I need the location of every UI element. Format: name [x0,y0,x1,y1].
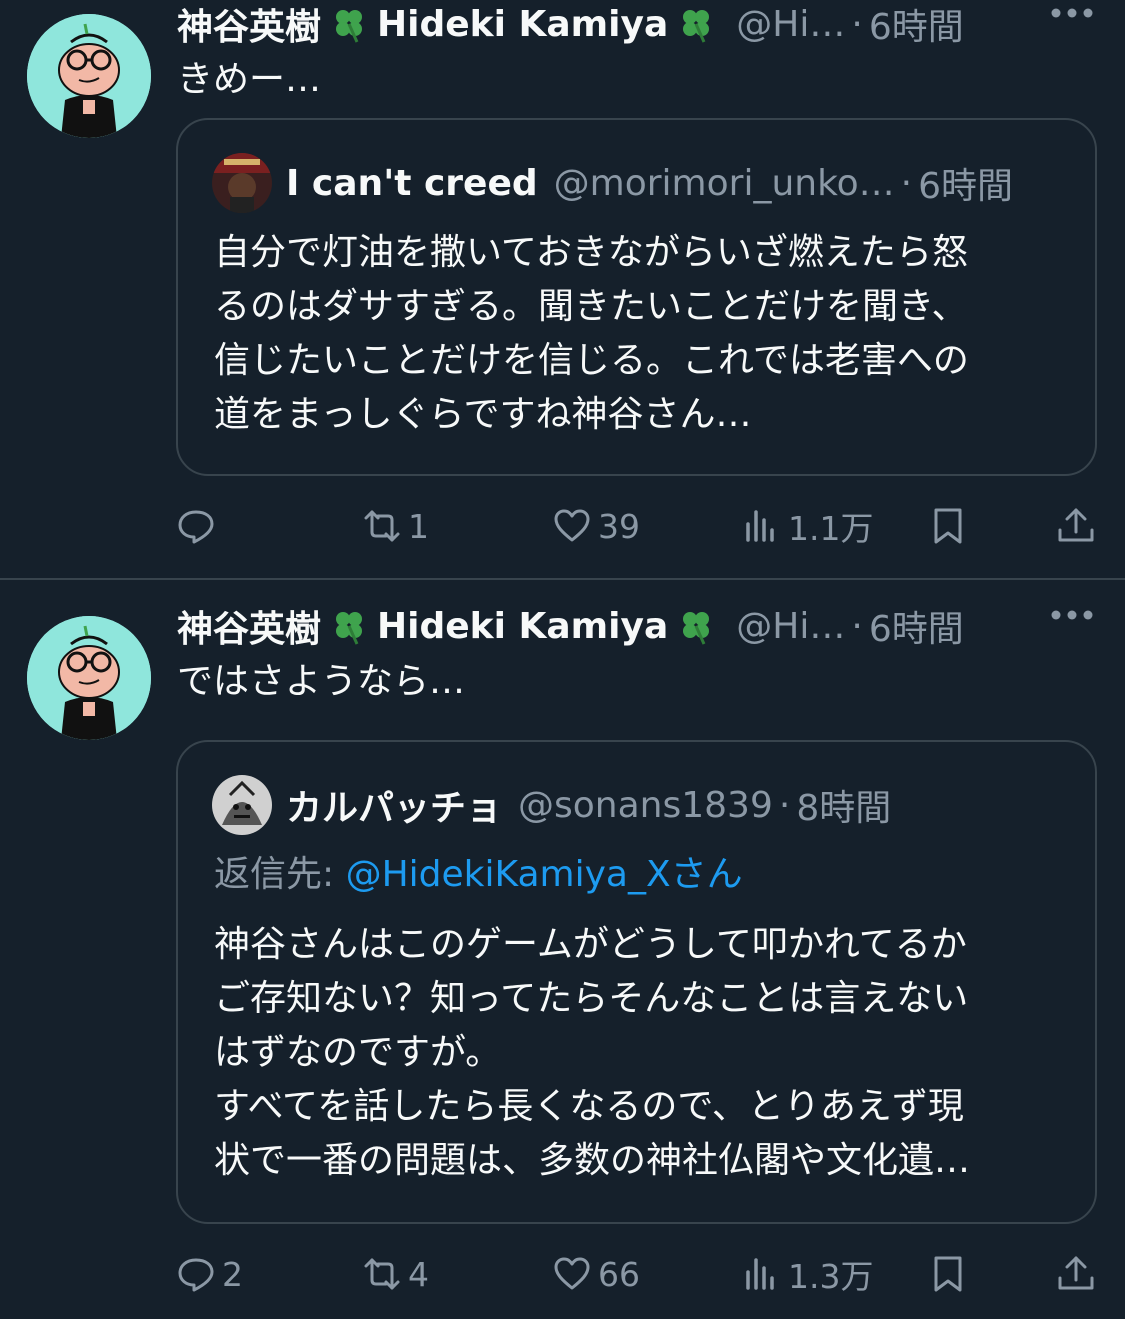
like-button[interactable]: 66 [552,1244,640,1304]
share-icon [1058,508,1094,542]
separator-dot: · [900,162,913,204]
quoted-text-line: るのはダサすぎる。聞きたいことだけを聞き、 [214,286,968,327]
display-name[interactable]: 神谷英樹 [177,600,321,652]
like-button[interactable]: 39 [552,496,640,556]
reply-icon [178,510,214,544]
retweet-count: 4 [408,1254,429,1294]
quoted-tweet[interactable]: カルパッチョ @sonans1839 · 8時間 返信先: @HidekiKam… [176,740,1097,1224]
separator-dot: · [778,784,791,826]
bookmark-button[interactable] [928,1244,968,1304]
reply-button[interactable] [176,496,222,556]
reply-icon [178,1258,214,1292]
more-dots-icon[interactable] [1049,0,1095,28]
avatar[interactable] [27,616,151,740]
quoted-timestamp: 8時間 [796,788,892,829]
tweet[interactable]: 神谷英樹 Hideki Kamiya @Hi… · 6時間 ではさようなら… カ… [0,580,1125,1319]
quoted-tweet-text: 神谷さんはこのゲームがどうして叩かれてるか ご存知ない？知ってたらそんなことは言… [214,918,1055,1188]
tweet-actions: 1 39 1.1万 [0,496,1125,556]
avatar[interactable] [27,14,151,138]
views-chart-icon [746,1258,774,1290]
heart-icon [554,509,590,542]
views-button[interactable]: 1.1万 [742,496,873,556]
tweet[interactable]: 神谷英樹 Hideki Kamiya @Hi… · 6時間 きめー… I can… [0,0,1125,578]
clover-icon [676,606,716,646]
bookmark-icon [934,508,962,544]
reply-count: 2 [222,1254,243,1294]
heart-icon [554,1257,590,1290]
share-button[interactable] [1056,1244,1096,1304]
like-count: 66 [598,1254,640,1294]
avatar-cartoon-icon [27,616,151,740]
retweet-button[interactable]: 4 [362,1244,429,1304]
tweet-text: きめー… [177,59,322,100]
user-handle[interactable]: @Hi… [736,4,845,45]
tweet-header: 神谷英樹 Hideki Kamiya @Hi… · 6時間 [177,0,1125,56]
views-button[interactable]: 1.3万 [742,1244,873,1304]
separator-dot: · [851,605,863,647]
tweet-header: 神谷英樹 Hideki Kamiya @Hi… · 6時間 [177,594,1125,658]
reply-to-mention[interactable]: @HidekiKamiya_Xさん [346,854,743,895]
retweet-button[interactable]: 1 [362,496,429,556]
display-name-en[interactable]: Hideki Kamiya [377,606,668,647]
clover-icon [329,4,369,44]
quoted-text-line: すべてを話したら長くなるので、とりあえず現 [214,1086,964,1127]
quoted-display-name: I can't creed [286,162,538,204]
retweet-count: 1 [408,506,429,546]
views-count: 1.3万 [788,1257,874,1296]
quoted-tweet-header: I can't creed @morimori_unko… · 6時間 [212,148,1075,218]
quoted-text-line: 信じたいことだけを信じる。これでは老害への [214,340,969,381]
quoted-display-name: カルパッチョ [286,788,503,829]
quoted-tweet[interactable]: I can't creed @morimori_unko… · 6時間 自分で灯… [176,118,1097,476]
share-button[interactable] [1056,496,1096,556]
views-chart-icon [746,510,774,542]
quoted-text-line: はずなのですが。 [214,1032,502,1073]
quoted-user-handle: @sonans1839 [518,784,773,826]
retweet-icon [364,510,400,542]
reply-to-line: 返信先: @HidekiKamiya_Xさん [214,850,1075,900]
bookmark-icon [934,1256,962,1292]
quoted-text-line: ご存知ない？知ってたらそんなことは言えない [214,978,969,1019]
quoted-text-line: 状で一番の問題は、多数の神社仏閣や文化遺… [214,1140,971,1181]
separator-dot: · [851,3,863,45]
views-count: 1.1万 [788,509,874,548]
tweet-actions: 2 4 66 1.3万 [0,1244,1125,1304]
timestamp[interactable]: 6時間 [869,600,964,652]
timestamp[interactable]: 6時間 [869,0,964,50]
reply-button[interactable]: 2 [176,1244,243,1304]
like-count: 39 [598,506,640,546]
quoted-avatar [212,775,272,835]
display-name-en[interactable]: Hideki Kamiya [377,4,668,45]
avatar-cartoon-icon [27,14,151,138]
quoted-text-line: 自分で灯油を撒いておきながらいざ燃えたら怒 [214,232,968,273]
tweet-text: ではさようなら… [177,661,466,702]
quoted-tweet-header: カルパッチョ @sonans1839 · 8時間 [212,770,1075,840]
timeline: 神谷英樹 Hideki Kamiya @Hi… · 6時間 きめー… I can… [0,0,1125,1319]
user-handle[interactable]: @Hi… [736,606,845,647]
quoted-text-line: 神谷さんはこのゲームがどうして叩かれてるか [214,924,967,965]
quoted-tweet-text: 自分で灯油を撒いておきながらいざ燃えたら怒 るのはダサすぎる。聞きたいことだけを… [214,226,1055,442]
quoted-text-line: 道をまっしぐらですね神谷さん… [214,394,752,435]
reply-to-label: 返信先: [214,854,346,895]
bookmark-button[interactable] [928,496,968,556]
more-dots-icon[interactable] [1049,600,1095,630]
quoted-user-handle: @morimori_unko… [553,162,895,204]
clover-icon [676,4,716,44]
clover-icon [329,606,369,646]
share-icon [1058,1256,1094,1290]
retweet-icon [364,1258,400,1290]
quoted-avatar [212,153,272,213]
quoted-timestamp: 6時間 [918,166,1014,207]
display-name[interactable]: 神谷英樹 [177,0,321,50]
